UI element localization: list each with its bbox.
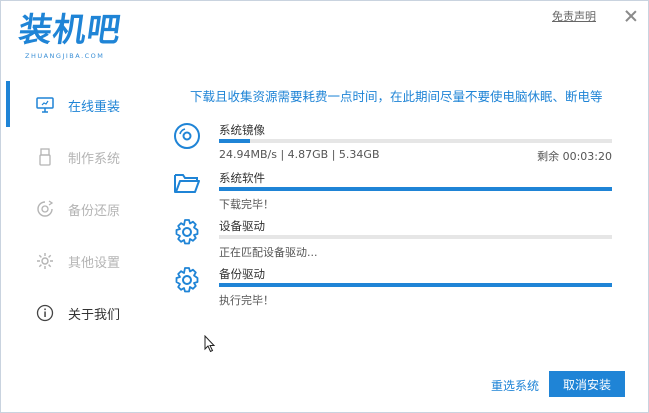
installer-window: 装机吧 ZHUANGJIBA.COM 免责声明 在线重装 制作系统 备份还原 其…: [0, 0, 649, 413]
progress-fill: [219, 283, 612, 287]
backup-icon: [36, 200, 54, 218]
backup-gear-icon: [173, 266, 201, 294]
mouse-cursor-icon: [204, 334, 216, 357]
app-logo: 装机吧 ZHUANGJIBA.COM: [16, 10, 139, 69]
sidebar-item-label: 制作系统: [68, 151, 121, 167]
task-name: 系统软件: [219, 171, 265, 185]
progress-track: [219, 235, 612, 239]
sidebar-item-make-system[interactable]: 制作系统: [1, 135, 151, 179]
disclaimer-link[interactable]: 免责声明: [552, 8, 596, 24]
task-device-driver: 设备驱动 正在匹配设备驱动...: [173, 218, 618, 260]
sidebar-item-label: 备份还原: [68, 203, 121, 219]
logo-subtitle: ZHUANGJIBA.COM: [25, 52, 105, 60]
progress-track: [219, 187, 612, 191]
sidebar-item-label: 其他设置: [68, 255, 121, 271]
progress-track: [219, 139, 612, 143]
task-system-image: 系统镜像 24.94MB/s | 4.87GB | 5.34GB 剩余 00:0…: [173, 122, 618, 164]
sidebar-item-about-us[interactable]: 关于我们: [1, 291, 151, 335]
task-name: 备份驱动: [219, 267, 265, 281]
info-icon: [36, 304, 54, 322]
task-name: 设备驱动: [219, 219, 265, 233]
logo-title: 装机吧: [16, 10, 124, 49]
gear-icon: [36, 252, 54, 270]
notice-text: 下载且收集资源需要耗费一点时间，在此期间尽量不要使电脑休眠、断电等: [190, 89, 603, 104]
task-remaining-time: 剩余 00:03:20: [537, 150, 612, 163]
disc-icon: [173, 122, 201, 150]
sidebar-item-backup-restore[interactable]: 备份还原: [1, 187, 151, 231]
sidebar-item-other-settings[interactable]: 其他设置: [1, 239, 151, 283]
sidebar: 在线重装 制作系统 备份还原 其他设置 关于我们: [1, 81, 156, 381]
sidebar-item-label: 在线重装: [68, 99, 121, 115]
task-status: 执行完毕！: [219, 294, 274, 307]
task-status: 下载完毕！: [219, 198, 274, 211]
task-backup-driver: 备份驱动 执行完毕！: [173, 266, 618, 308]
reselect-system-link[interactable]: 重选系统: [491, 377, 539, 394]
cancel-install-button[interactable]: 取消安装: [549, 371, 625, 397]
task-status: 24.94MB/s | 4.87GB | 5.34GB: [219, 148, 380, 161]
task-status: 正在匹配设备驱动...: [219, 246, 318, 259]
task-name: 系统镜像: [219, 123, 265, 137]
usb-icon: [36, 148, 54, 166]
close-icon[interactable]: [624, 9, 638, 23]
sidebar-item-label: 关于我们: [68, 307, 121, 323]
progress-track: [219, 283, 612, 287]
monitor-icon: [36, 96, 54, 114]
sidebar-item-online-reinstall[interactable]: 在线重装: [1, 83, 151, 127]
gear-icon: [173, 218, 201, 246]
task-system-software: 系统软件 下载完毕！: [173, 170, 618, 212]
folder-icon: [173, 170, 201, 198]
progress-fill: [219, 187, 612, 191]
window-controls: 免责声明: [552, 8, 638, 24]
progress-fill: [219, 139, 251, 143]
